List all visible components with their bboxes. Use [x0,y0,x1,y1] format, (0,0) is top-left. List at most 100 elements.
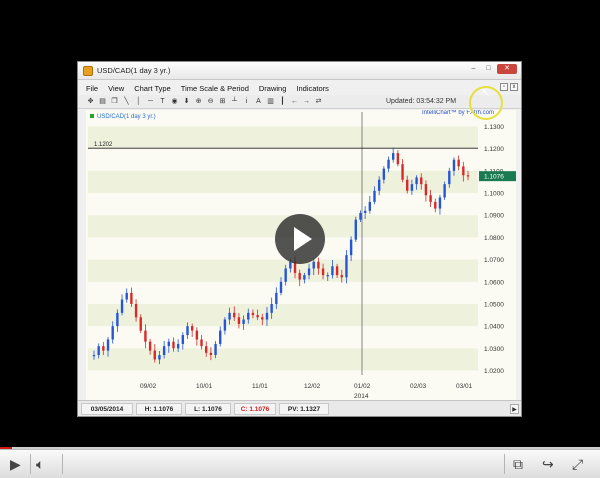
window-icon[interactable]: ⧉ [513,456,523,472]
menu-view[interactable]: View [108,84,124,93]
print-icon[interactable]: ▤ [98,97,107,106]
back-icon[interactable]: ← [290,97,299,106]
chart-band [88,170,478,194]
y-tick-label: 1.1000 [484,191,504,198]
y-tick-label: 1.0400 [484,324,504,331]
current-price-label: 1.1076 [484,174,504,181]
minimize-button[interactable]: – [467,64,480,74]
share-icon[interactable]: ↪ [542,456,554,472]
candle-body [237,317,241,324]
candle-body [167,341,170,347]
menu-drawing[interactable]: Drawing [259,84,287,93]
fullscreen-icon[interactable]: ⤢ [572,456,583,472]
x-tick-label: 10/01 [196,383,213,390]
crosshair-icon[interactable]: ✥ [86,97,95,106]
text-icon[interactable]: T [158,97,167,106]
candle-body [321,268,325,276]
candle-body [139,317,142,331]
x-tick-label: 09/02 [140,383,157,390]
close-icon[interactable]: x [510,83,518,91]
menu-file[interactable]: File [86,84,98,93]
mouse-pointer-icon: ↖ [481,87,491,99]
candle-body [153,350,156,360]
candle-body [261,317,264,320]
candle-body [289,261,292,269]
scale-icon[interactable]: ┴ [230,97,239,106]
candle-body [270,303,273,313]
candle-body [326,275,329,277]
candle-body [415,177,418,185]
candle-body [172,341,175,349]
copy-icon[interactable]: ❐ [110,97,119,106]
candle-body [420,177,423,185]
candle-body [200,339,203,347]
candle-body [349,239,353,256]
zoom-out-icon[interactable]: ⊖ [206,97,215,106]
candle-body [387,159,390,169]
restore-icon[interactable]: ▫ [500,83,508,91]
x-tick-label: 01/02 [354,383,371,390]
candle-body [284,268,287,282]
bar-chart-icon[interactable]: ▥ [266,97,275,106]
font-icon[interactable]: A [254,97,263,106]
divider [504,454,505,474]
candle-body [176,343,180,349]
candle-body [214,343,217,356]
candle-body [396,153,400,165]
line-icon[interactable]: ╲ [122,97,131,106]
candle-body [247,312,250,320]
target-icon[interactable]: ◉ [170,97,179,106]
divider [62,454,63,474]
candle-body [340,275,343,278]
status-bar: 03/05/2014 H: 1.1076 L: 1.1076 C: 1.1076… [78,400,521,416]
volume-icon[interactable]: 🔈︎ [36,456,44,472]
candle-body [92,355,96,357]
close-button[interactable]: ✕ [497,64,517,74]
horizontal-line-icon[interactable]: ─ [146,97,155,106]
candle-body [279,281,283,293]
chart-band [88,126,478,149]
candle-body [373,190,376,202]
candle-body [307,268,311,276]
zoom-in-icon[interactable]: ⊕ [194,97,203,106]
candle-body [120,299,124,313]
y-tick-label: 1.0900 [484,213,504,220]
menu-time-scale[interactable]: Time Scale & Period [181,84,249,93]
candle-body [242,319,245,324]
menu-chart-type[interactable]: Chart Type [134,84,171,93]
menu-indicators[interactable]: Indicators [296,84,329,93]
play-overlay-button[interactable] [275,214,325,264]
candle-body [265,312,269,320]
candle-body [303,275,306,280]
player-controls: ▶ 🔈︎ ⧉ ↪ ⤢ [0,449,600,478]
x-tick-label: 12/02 [304,383,321,390]
vertical-line-icon[interactable]: │ [134,97,143,106]
candle-body [106,339,110,351]
forward-icon[interactable]: → [302,97,311,106]
scroll-right-arrow[interactable]: ▶ [510,404,519,414]
candle-body [130,292,133,304]
divider [30,454,31,474]
candle-body [434,201,437,209]
y-tick-label: 1.0800 [484,235,504,242]
status-pv: PV: 1.1327 [279,403,329,415]
candle-body [429,195,432,202]
y-tick-label: 1.0700 [484,257,504,264]
candle-body [186,326,189,336]
candle-body [190,326,194,331]
candle-body [251,312,255,316]
candle-body [275,292,278,304]
maximize-button[interactable]: □ [482,64,495,74]
candle-body [382,168,386,180]
app-icon [83,66,93,76]
play-button[interactable]: ▶ [10,456,21,472]
candle-body [359,212,362,220]
refresh-icon[interactable]: ⇄ [314,97,323,106]
candle-body [125,292,128,300]
info-icon[interactable]: i [242,97,251,106]
candle-icon[interactable]: ┃ [278,97,287,106]
arrow-down-icon[interactable]: ⬇ [182,97,191,106]
candle-body [312,261,315,269]
status-low: L: 1.1076 [185,403,231,415]
fit-icon[interactable]: ⊞ [218,97,227,106]
